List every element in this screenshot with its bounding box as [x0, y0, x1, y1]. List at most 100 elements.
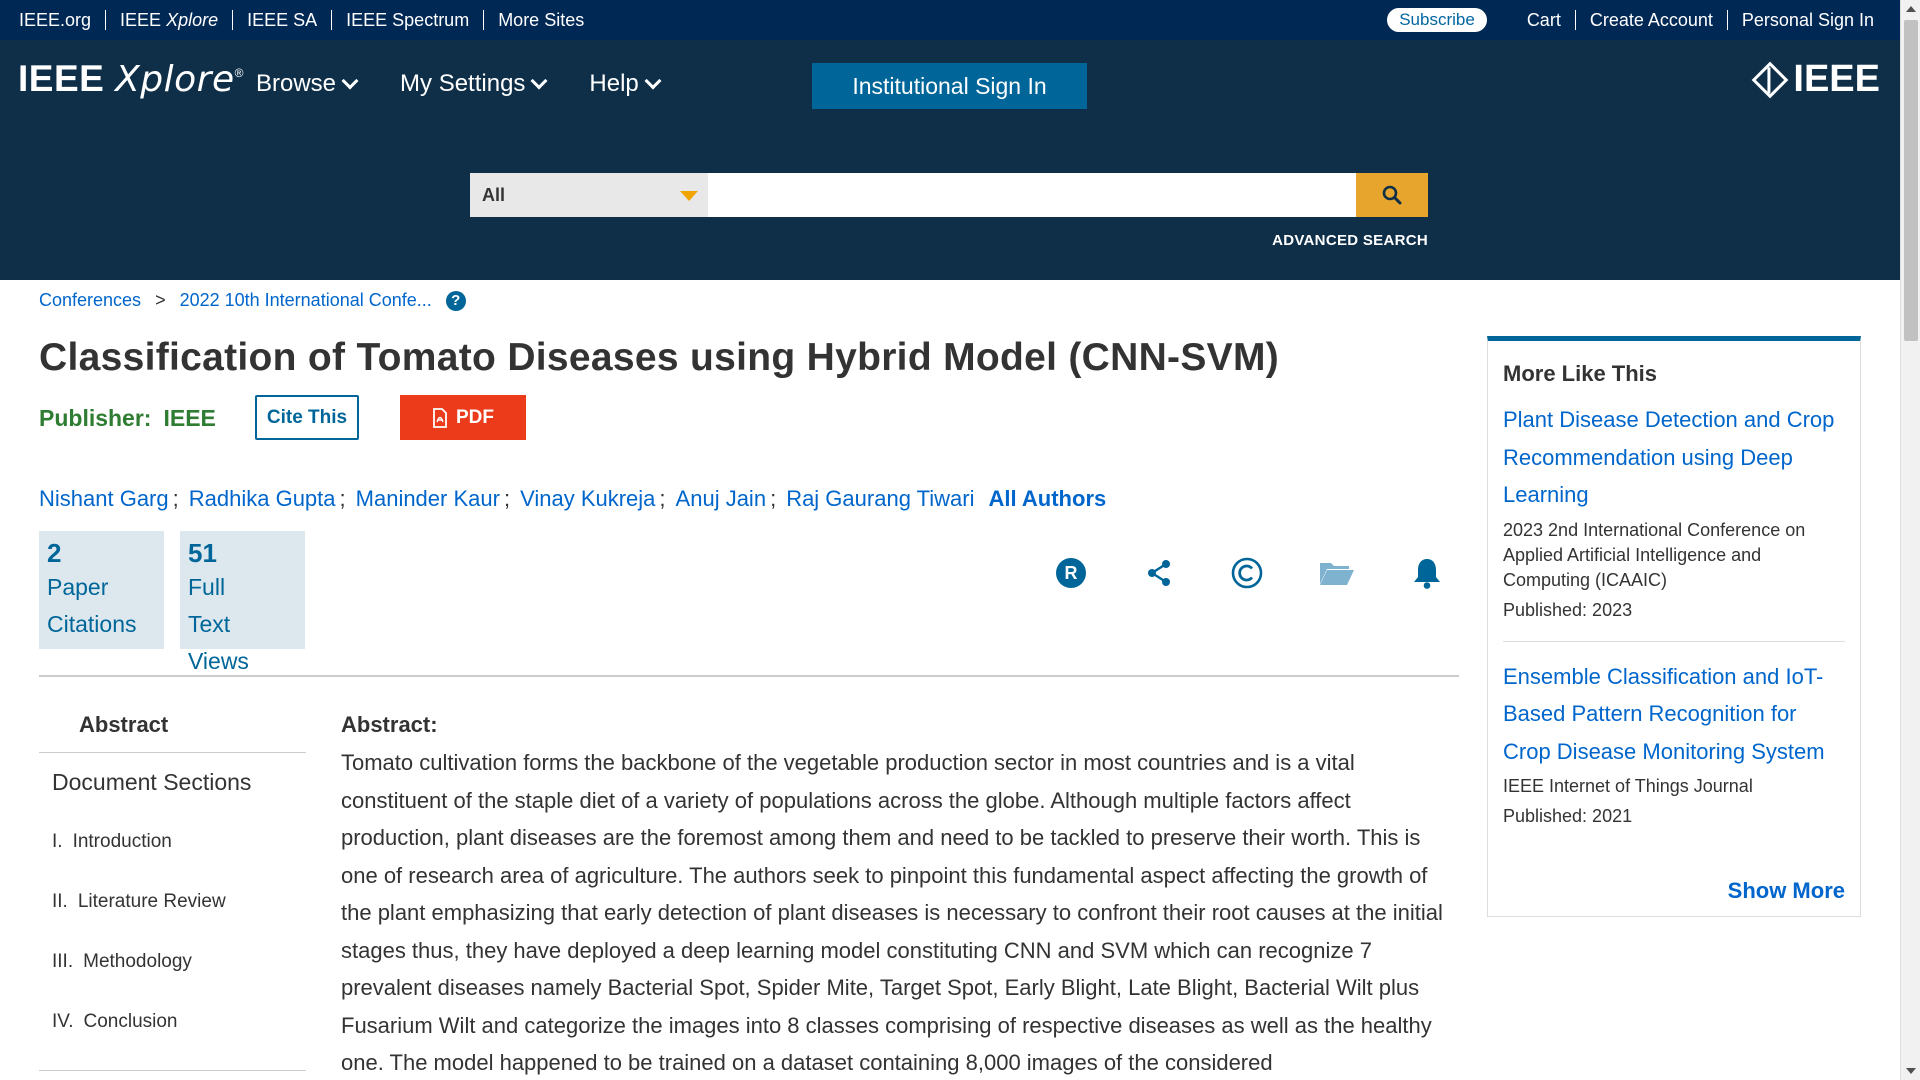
my-settings-menu-label: My Settings [400, 70, 526, 97]
rights-permissions-button[interactable]: R [1054, 556, 1088, 590]
ieee-logo[interactable]: IEEE [1752, 58, 1880, 101]
browse-menu[interactable]: Browse [256, 70, 359, 98]
full-text-views-count: 51 [188, 538, 217, 568]
related-article-venue: 2023 2nd International Conference on App… [1503, 519, 1806, 590]
more-like-this-panel: More Like This Plant Disease Detection a… [1487, 336, 1861, 917]
section-link-methodology[interactable]: III. Methodology [39, 932, 306, 992]
chevron-down-icon [644, 72, 662, 90]
create-account-link[interactable]: Create Account [1576, 10, 1728, 30]
document-sections-heading[interactable]: Document Sections [39, 753, 306, 812]
paper-citations-metric[interactable]: 2 Paper Citations [39, 531, 164, 649]
ieee-xplore-link-italic: Xplore [166, 10, 219, 30]
all-authors-link[interactable]: All Authors [989, 486, 1107, 512]
bell-icon [1414, 559, 1440, 589]
account-links: Subscribe Cart Create Account Personal S… [1387, 0, 1900, 40]
author-link[interactable]: Vinay Kukreja [520, 486, 655, 512]
section-link-conclusion[interactable]: IV. Conclusion [39, 992, 306, 1052]
breadcrumb-conferences[interactable]: Conferences [39, 290, 141, 311]
section-number: II. [52, 891, 68, 912]
abstract-section: Abstract: Tomato cultivation forms the b… [341, 712, 1451, 1080]
section-number: III. [52, 951, 74, 972]
vertical-scrollbar[interactable] [1900, 0, 1920, 1080]
breadcrumb-conference[interactable]: 2022 10th International Confe... [180, 290, 432, 311]
more-sites-link[interactable]: More Sites [484, 10, 598, 30]
subscribe-button[interactable]: Subscribe [1387, 8, 1487, 32]
author-link[interactable]: Anuj Jain [676, 486, 767, 512]
paper-citations-count: 2 [47, 538, 62, 568]
scroll-up-arrow-icon[interactable] [1906, 6, 1916, 12]
ieee-xplore-link[interactable]: IEEE Xplore [106, 10, 234, 30]
search-input[interactable] [708, 173, 1356, 217]
search-button[interactable] [1356, 173, 1428, 217]
ieee-logo-text: IEEE [1793, 58, 1880, 100]
help-icon[interactable]: ? [445, 290, 466, 311]
alerts-button[interactable] [1410, 556, 1444, 590]
page-title: Classification of Tomato Diseases using … [39, 336, 1280, 379]
related-article-title[interactable]: Plant Disease Detection and Crop Recomme… [1503, 407, 1834, 507]
cart-link[interactable]: Cart [1513, 10, 1576, 30]
full-text-views-label-1: Full [188, 574, 226, 600]
search-scope-select[interactable]: All [470, 173, 708, 217]
copyright-button[interactable] [1230, 556, 1264, 590]
utility-bar: IEEE.org IEEE Xplore IEEE SA IEEE Spectr… [0, 0, 1900, 40]
svg-text:R: R [1065, 563, 1078, 583]
ieee-spectrum-link[interactable]: IEEE Spectrum [332, 10, 485, 30]
more-like-this-heading: More Like This [1503, 361, 1658, 386]
author-separator: ; [503, 486, 511, 511]
paper-citations-label-1: Paper [47, 574, 109, 600]
document-sections-nav: Abstract Document Sections I. Introductio… [39, 700, 306, 1071]
author-link[interactable]: Raj Gaurang Tiwari [786, 486, 974, 512]
author-link[interactable]: Radhika Gupta [189, 486, 336, 512]
section-label: Methodology [83, 951, 192, 972]
publisher-value: IEEE [163, 405, 216, 431]
share-button[interactable] [1142, 556, 1176, 590]
chevron-down-icon [530, 72, 548, 90]
author-list: Nishant Garg; Radhika Gupta; Maninder Ka… [39, 486, 1106, 512]
related-article-published: Published: 2023 [1503, 599, 1633, 620]
pdf-button[interactable]: PDF [400, 395, 526, 440]
ieee-sites-links: IEEE.org IEEE Xplore IEEE SA IEEE Spectr… [0, 0, 598, 40]
cite-this-button[interactable]: Cite This [255, 395, 359, 440]
copyright-icon [1231, 557, 1263, 589]
advanced-search-link[interactable]: ADVANCED SEARCH [1272, 232, 1428, 249]
logo-xplore-text: Xplore [115, 59, 235, 100]
main-menu: Browse My Settings Help [256, 70, 703, 98]
scroll-down-arrow-icon[interactable] [1906, 1068, 1916, 1074]
show-more-link[interactable]: Show More [1728, 878, 1845, 904]
help-menu[interactable]: Help [589, 70, 662, 98]
personal-sign-in-link[interactable]: Personal Sign In [1728, 10, 1900, 30]
ieee-sa-link[interactable]: IEEE SA [233, 10, 333, 30]
article-actions: R [1054, 556, 1498, 590]
nav-abstract[interactable]: Abstract [39, 700, 306, 753]
author-separator: ; [172, 486, 179, 511]
author-separator: ; [770, 486, 777, 511]
section-link-literature-review[interactable]: II. Literature Review [39, 872, 306, 932]
related-article-title[interactable]: Ensemble Classification and IoT-Based Pa… [1503, 664, 1825, 764]
related-article: Ensemble Classification and IoT-Based Pa… [1488, 658, 1860, 830]
my-settings-menu[interactable]: My Settings [400, 70, 548, 98]
share-icon [1148, 560, 1170, 586]
related-article-venue: IEEE Internet of Things Journal [1503, 776, 1753, 796]
publisher-label: Publisher: [39, 405, 152, 431]
scrollbar-thumb[interactable] [1904, 20, 1918, 341]
ieee-xplore-logo[interactable]: IEEE Xplore® [18, 58, 244, 100]
related-article: Plant Disease Detection and Crop Recomme… [1488, 401, 1860, 623]
related-article-published: Published: 2021 [1503, 806, 1633, 826]
section-link-introduction[interactable]: I. Introduction [39, 812, 306, 872]
author-link[interactable]: Maninder Kaur [356, 486, 500, 512]
abstract-text: Tomato cultivation forms the backbone of… [341, 750, 1443, 1075]
divider [39, 675, 1459, 677]
breadcrumb: Conferences > 2022 10th International Co… [39, 290, 466, 311]
author-link[interactable]: Nishant Garg [39, 486, 169, 512]
ieee-xplore-link-prefix: IEEE [120, 10, 167, 30]
institutional-sign-in-button[interactable]: Institutional Sign In [812, 63, 1087, 109]
sidebar-divider [1503, 640, 1845, 642]
pdf-button-label: PDF [456, 406, 494, 428]
search-bar: All [470, 173, 1428, 217]
ieee-org-link[interactable]: IEEE.org [0, 10, 107, 30]
chevron-down-icon [341, 72, 359, 90]
save-to-project-button[interactable] [1318, 556, 1356, 590]
abstract-heading: Abstract: [341, 712, 438, 737]
full-text-views-metric[interactable]: 51 Full Text Views [180, 531, 305, 674]
paper-citations-label-2: Citations [47, 611, 137, 637]
